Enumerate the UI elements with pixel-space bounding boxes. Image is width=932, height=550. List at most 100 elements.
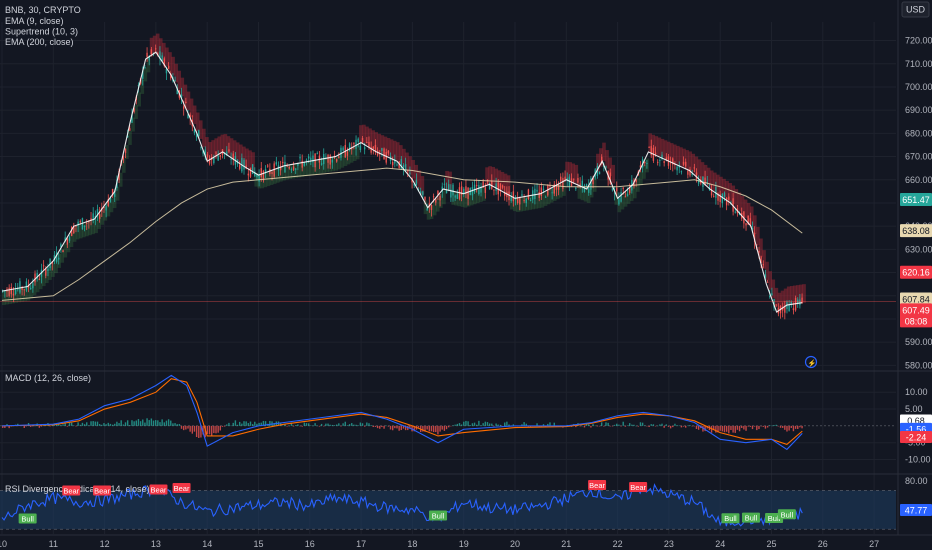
supertrend-band	[35, 278, 40, 293]
candle-body	[687, 170, 689, 175]
macd-histogram-bar	[430, 425, 433, 432]
macd-histogram-bar	[30, 425, 32, 427]
supertrend-band	[122, 158, 126, 173]
chart-canvas[interactable]: 10 11 12 13 14 15 16 17 18 19 20 21 22 23 24 25 26 27 720.…	[0, 0, 932, 550]
macd-histogram-bar	[70, 422, 73, 426]
candle-body	[529, 199, 532, 201]
candle-body	[501, 185, 504, 188]
macd-histogram-bar	[34, 425, 36, 427]
macd-histogram-bar	[230, 425, 232, 427]
macd-histogram-bar	[333, 425, 336, 426]
macd-histogram-bar	[314, 423, 316, 426]
candle-body	[206, 154, 209, 158]
candle-body	[361, 138, 364, 143]
candle-body	[432, 196, 435, 198]
macd-histogram-bar	[478, 420, 480, 426]
x-tick-label: 15	[253, 539, 263, 549]
macd-histogram-bar	[799, 425, 801, 428]
candle-body	[260, 168, 262, 178]
macd-histogram-bar	[394, 425, 396, 429]
macd-histogram-bar	[448, 425, 450, 428]
macd-axis-tick: -10.00	[905, 455, 931, 465]
candle-body	[685, 161, 687, 167]
macd-histogram-bar	[719, 425, 721, 431]
price-axis-tick: 700.00	[905, 82, 932, 92]
candle-body	[560, 176, 562, 182]
macd-histogram-bar	[75, 425, 77, 427]
candle-body	[473, 184, 476, 193]
macd-histogram-bar	[120, 420, 122, 426]
macd-histogram-bar	[144, 422, 146, 426]
macd-histogram-bar	[467, 421, 469, 426]
candle-body	[616, 187, 618, 192]
macd-histogram-bar	[254, 421, 256, 426]
macd-histogram-bar	[366, 422, 368, 426]
macd-histogram-bar	[685, 425, 687, 428]
price-axis-tick: 590.00	[905, 337, 932, 347]
candle-body	[682, 161, 685, 165]
candle-body	[575, 187, 577, 190]
supertrend-band	[331, 157, 335, 172]
candle-body	[86, 222, 88, 224]
macd-histogram-bar	[581, 425, 583, 427]
macd-histogram-bar	[618, 424, 620, 426]
macd-histogram-bar	[247, 423, 250, 426]
macd-histogram-bar	[790, 425, 792, 428]
macd-histogram-bar	[180, 425, 183, 429]
x-tick-label: 25	[766, 539, 776, 549]
candle-body	[267, 165, 269, 167]
x-tick-label: 26	[818, 539, 828, 549]
candle-body	[784, 307, 786, 313]
macd-histogram-bar	[400, 425, 403, 431]
macd-histogram-bar	[83, 424, 86, 426]
candle-body	[243, 159, 245, 170]
indicator-legend-item: EMA (200, close)	[5, 37, 74, 47]
candle-body	[426, 208, 428, 211]
macd-histogram-bar	[715, 425, 717, 433]
macd-histogram-bar	[94, 421, 97, 426]
candle-body	[23, 289, 25, 291]
macd-histogram-bar	[659, 424, 661, 426]
candle-body	[551, 192, 553, 194]
candle-body	[83, 225, 86, 228]
x-tick-label: 18	[407, 539, 417, 549]
macd-histogram-bar	[312, 425, 314, 427]
price-label: 620.16	[902, 268, 930, 278]
macd-histogram-bar	[195, 425, 198, 437]
macd-histogram-bar	[223, 425, 226, 427]
macd-histogram-bar	[391, 425, 394, 431]
candle-body	[47, 268, 49, 271]
candle-body	[585, 184, 588, 186]
rsi-bear-label: Bear	[174, 484, 190, 493]
price-axis-tick: 660.00	[905, 175, 932, 185]
candle-body	[534, 188, 536, 200]
macd-histogram-bar	[355, 424, 357, 426]
macd-histogram-bar	[626, 425, 629, 426]
macd-histogram-bar	[691, 425, 693, 427]
macd-histogram-bar	[491, 423, 493, 426]
macd-histogram-bar	[178, 424, 181, 426]
candle-body	[98, 213, 101, 219]
price-axis-tick: 580.00	[905, 360, 932, 370]
candle-body	[217, 155, 219, 161]
candle-body	[579, 183, 581, 185]
rsi-bear-label: Bear	[589, 481, 605, 490]
candle-body	[519, 197, 521, 205]
candle-body	[346, 151, 349, 156]
candle-body	[150, 49, 153, 55]
price-axis-tick: 720.00	[905, 36, 932, 46]
candle-body	[38, 278, 41, 280]
candle-body	[439, 195, 441, 201]
candle-body	[282, 161, 284, 164]
macd-histogram-bar	[152, 420, 155, 426]
macd-histogram-bar	[374, 425, 377, 427]
macd-histogram-bar	[359, 422, 362, 426]
macd-histogram-bar	[607, 422, 609, 426]
supertrend-band	[759, 238, 763, 258]
candle-body	[307, 156, 310, 159]
macd-histogram-bar	[73, 425, 75, 426]
supertrend-band	[719, 176, 723, 196]
macd-histogram-bar	[736, 425, 739, 430]
macd-histogram-bar	[379, 425, 381, 429]
macd-histogram-bar	[756, 425, 758, 431]
